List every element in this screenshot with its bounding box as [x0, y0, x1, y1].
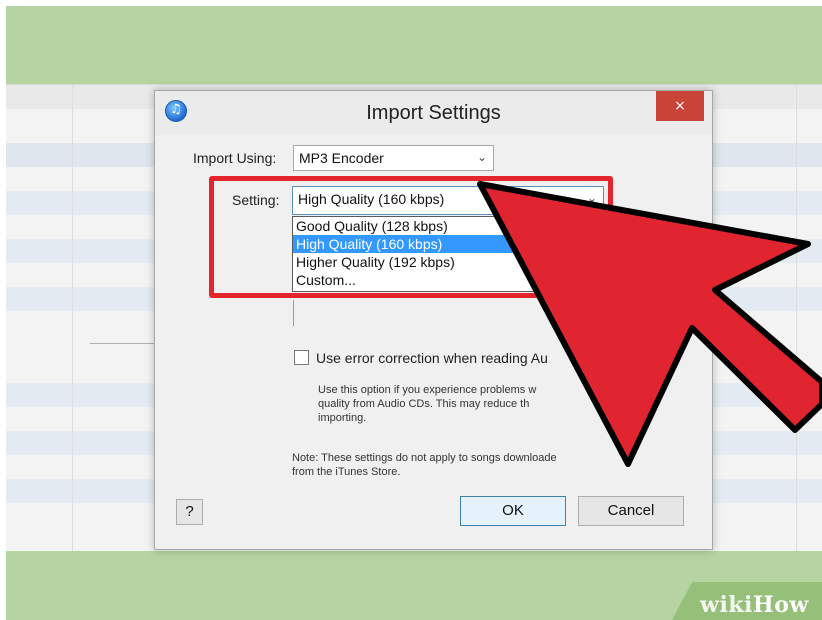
wikihow-wiki: wiki — [700, 592, 753, 618]
wikihow-how: How — [752, 592, 809, 618]
annotation-arrow-shape — [477, 181, 822, 467]
wikihow-logo: wikiHow — [700, 592, 809, 618]
annotation-arrow — [477, 181, 822, 467]
